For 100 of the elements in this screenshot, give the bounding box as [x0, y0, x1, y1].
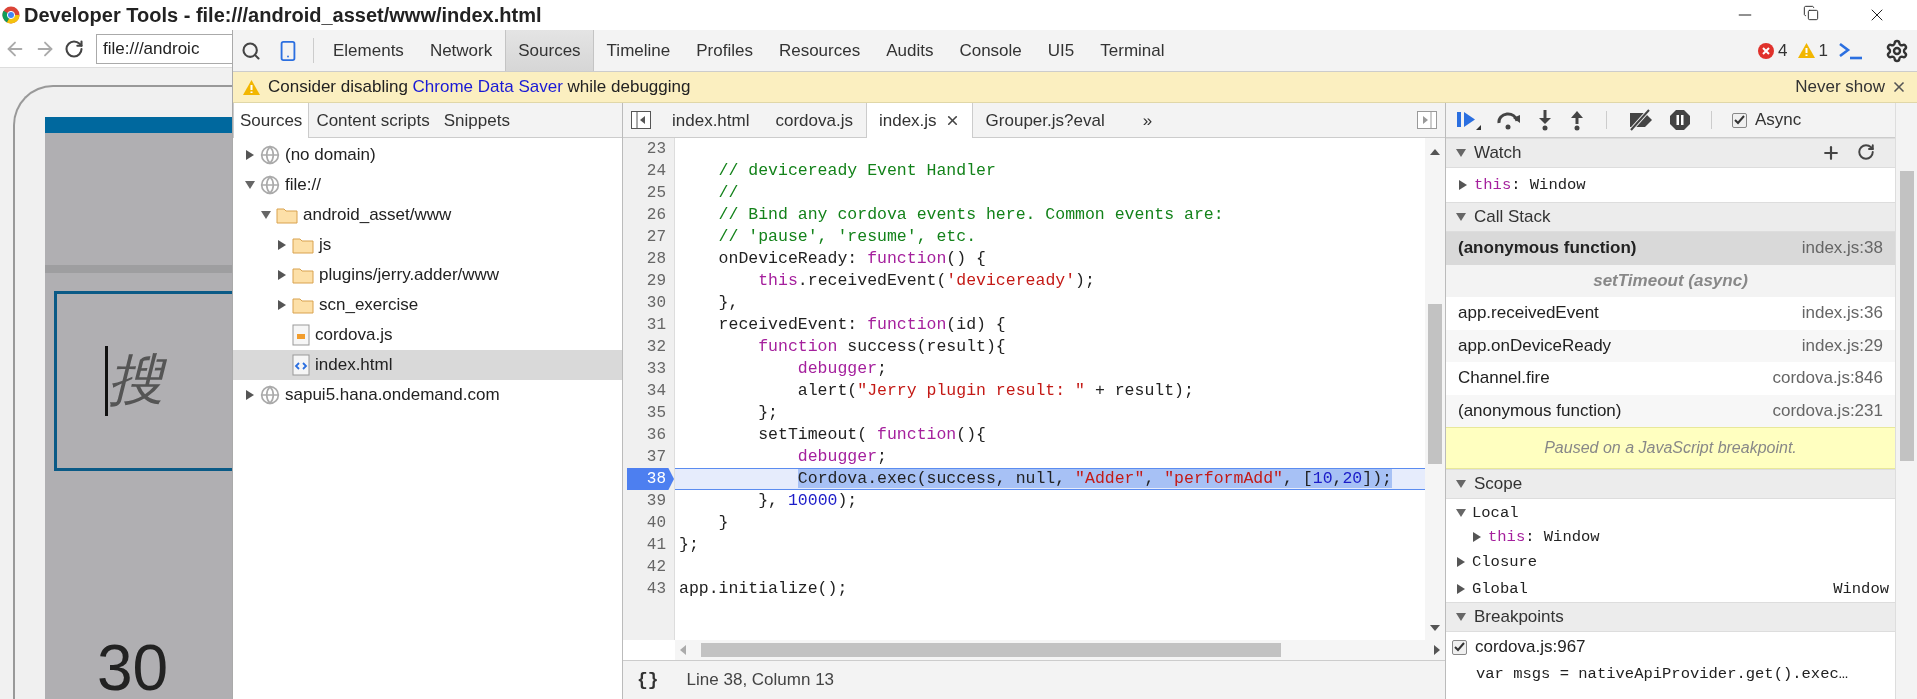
tree-item[interactable]: (no domain) [233, 140, 622, 170]
panel-toggle-icon[interactable] [631, 111, 651, 129]
file-tab[interactable]: cordova.js [762, 103, 866, 138]
pause-on-exceptions-button[interactable] [1669, 109, 1691, 131]
restore-icon[interactable] [1803, 5, 1819, 21]
vertical-scrollbar[interactable] [1425, 138, 1445, 640]
panel-tab[interactable]: Audits [873, 30, 947, 71]
disclosure-triangle-icon[interactable] [277, 270, 287, 280]
line-number[interactable]: 23 [623, 138, 674, 160]
section-header[interactable]: Watch [1446, 138, 1895, 168]
line-number[interactable]: 29 [623, 270, 674, 292]
disclosure-triangle-icon[interactable] [277, 300, 287, 310]
breakpoint-checkbox[interactable] [1452, 639, 1467, 655]
more-tabs-button[interactable]: » [1117, 103, 1178, 138]
line-number[interactable]: 39 [623, 490, 674, 512]
section-header[interactable]: Breakpoints [1446, 602, 1895, 632]
navigator-tab[interactable]: Snippets [436, 103, 517, 138]
line-number[interactable]: 25 [623, 182, 674, 204]
line-number[interactable]: 40 [623, 512, 674, 534]
disclosure-triangle-icon[interactable] [1458, 180, 1468, 190]
scrollbar-thumb[interactable] [701, 643, 1281, 657]
panel-tab[interactable]: Network [416, 30, 506, 71]
line-number[interactable]: 32 [623, 336, 674, 358]
call-frame[interactable]: app.onDeviceReady index.js:29 [1446, 329, 1895, 362]
disclosure-triangle-icon[interactable] [1472, 532, 1482, 542]
breakpoint-marker[interactable]: 38 [627, 468, 674, 490]
step-out-button[interactable] [1568, 109, 1586, 131]
disclosure-triangle-icon[interactable] [261, 210, 271, 220]
add-icon[interactable] [1821, 143, 1841, 163]
panel-tab[interactable]: Profiles [683, 30, 766, 71]
search-icon[interactable] [241, 40, 261, 61]
scroll-down-icon[interactable] [1430, 624, 1440, 632]
disclosure-triangle-icon[interactable] [1456, 612, 1466, 622]
disclosure-triangle-icon[interactable] [1456, 148, 1466, 158]
line-number[interactable]: 24 [623, 160, 674, 182]
scroll-right-icon[interactable] [1433, 645, 1441, 655]
tree-item[interactable]: js [233, 230, 622, 260]
file-tab[interactable]: index.html [659, 103, 763, 138]
line-number[interactable]: 37 [623, 446, 674, 468]
disclosure-triangle-icon[interactable] [1456, 583, 1466, 594]
step-over-button[interactable] [1496, 109, 1522, 131]
navigator-tab[interactable]: Sources [233, 103, 310, 138]
tree-item[interactable]: file:// [233, 170, 622, 200]
line-number[interactable]: 41 [623, 534, 674, 556]
section-header[interactable]: Scope [1446, 469, 1895, 499]
scrollbar-thumb[interactable] [1428, 304, 1442, 464]
resume-button[interactable] [1456, 109, 1482, 131]
line-number[interactable]: 36 [623, 424, 674, 446]
disclosure-triangle-icon[interactable] [1456, 479, 1466, 489]
line-number[interactable]: 35 [623, 402, 674, 424]
disclosure-triangle-icon[interactable] [245, 150, 255, 160]
tree-item[interactable]: cordova.js [233, 320, 622, 350]
line-number[interactable]: 27 [623, 226, 674, 248]
vertical-scrollbar[interactable] [1895, 103, 1917, 699]
panel-tab[interactable]: Console [946, 30, 1035, 71]
async-checkbox[interactable]: Async [1732, 110, 1802, 130]
panel-tab[interactable]: Elements [320, 30, 417, 71]
pretty-print-button[interactable]: {} [631, 669, 665, 691]
horizontal-scrollbar[interactable] [675, 640, 1445, 660]
disclosure-triangle-icon[interactable] [1456, 556, 1466, 567]
never-show-button[interactable]: Never show [1789, 76, 1891, 98]
line-number[interactable]: 31 [623, 314, 674, 336]
checkbox[interactable] [1732, 112, 1747, 128]
line-number[interactable]: 28 [623, 248, 674, 270]
navigator-tab[interactable]: Content scripts [309, 103, 437, 138]
call-frame[interactable]: (anonymous function) index.js:38 [1446, 232, 1895, 265]
panel-tab[interactable]: Terminal [1087, 30, 1178, 71]
tree-item[interactable]: android_asset/www [233, 200, 622, 230]
disclosure-triangle-icon[interactable] [1456, 507, 1466, 518]
section-header[interactable]: Call Stack [1446, 202, 1895, 232]
panel-tab[interactable]: Timeline [593, 30, 684, 71]
line-number[interactable]: 26 [623, 204, 674, 226]
disclosure-triangle-icon[interactable] [245, 180, 255, 190]
scrollbar-thumb[interactable] [1899, 171, 1914, 461]
file-tab[interactable]: Grouper.js?eval [972, 103, 1118, 138]
disclosure-triangle-icon[interactable] [277, 240, 287, 250]
file-tab[interactable]: index.js [865, 103, 973, 138]
panel-tab[interactable]: Sources [505, 30, 594, 71]
line-number[interactable]: 43 [623, 578, 674, 600]
tree-item[interactable]: sapui5.hana.ondemand.com [233, 380, 622, 410]
line-number[interactable]: 42 [623, 556, 674, 578]
settings-icon[interactable] [1885, 38, 1909, 63]
close-icon[interactable] [1891, 79, 1907, 95]
scroll-up-icon[interactable] [1430, 148, 1440, 156]
tree-item[interactable]: scn_exercise [233, 290, 622, 320]
data-saver-link[interactable]: Chrome Data Saver [412, 77, 563, 96]
tree-item[interactable]: plugins/jerry.adder/www [233, 260, 622, 290]
console-prompt-icon[interactable] [1838, 40, 1864, 61]
disclosure-triangle-icon[interactable] [245, 390, 255, 400]
line-number[interactable]: 30 [623, 292, 674, 314]
reload-icon[interactable] [64, 38, 84, 59]
line-number[interactable]: 34 [623, 380, 674, 402]
call-frame[interactable]: (anonymous function) cordova.js:231 [1446, 394, 1895, 427]
refresh-icon[interactable] [1857, 143, 1875, 161]
panel-tab[interactable]: UI5 [1034, 30, 1088, 71]
line-number[interactable]: 33 [623, 358, 674, 380]
panel-tab[interactable]: Resources [765, 30, 874, 71]
disclosure-triangle-icon[interactable] [1456, 212, 1466, 222]
deactivate-breakpoints-button[interactable] [1627, 109, 1655, 131]
panel-toggle-icon[interactable] [1417, 111, 1437, 129]
